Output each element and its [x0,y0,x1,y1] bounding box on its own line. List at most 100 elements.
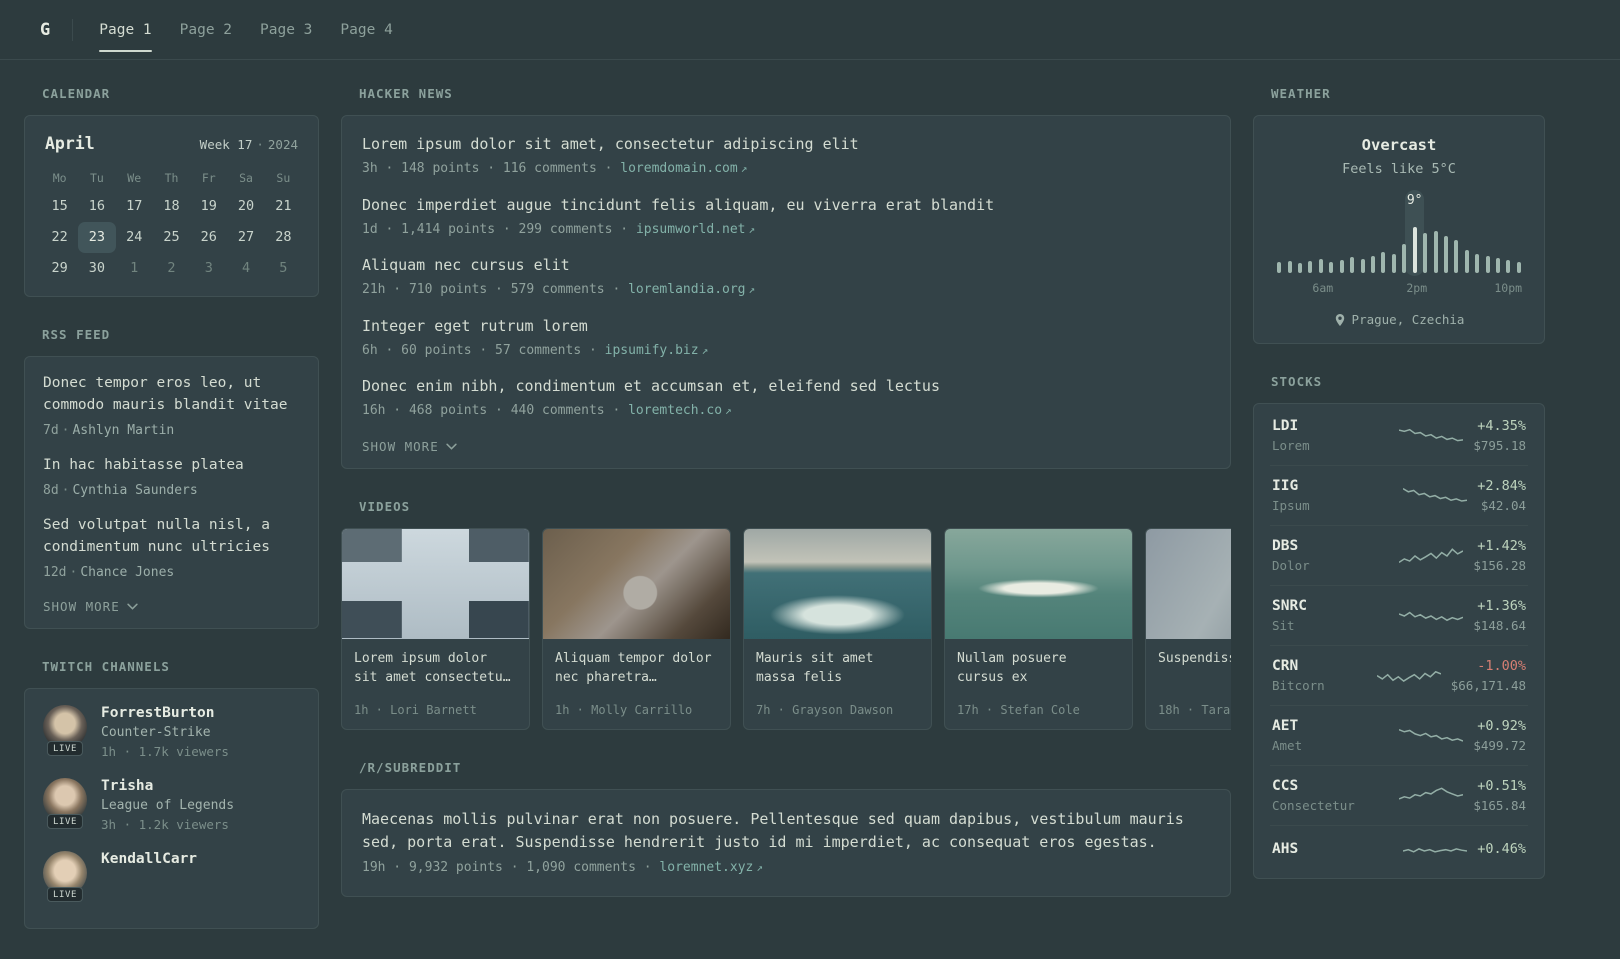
video-body: Mauris sit amet massa felis 7h · Grayson… [744,639,931,729]
hn-item-stats: 6h · 60 points · 57 comments · [362,342,597,358]
video-title[interactable]: Suspendisse diam [1158,649,1231,669]
stock-row[interactable]: AET Amet +0.92% $499.72 [1270,705,1528,765]
hn-item-domain-link[interactable]: loremtech.co ↗ [628,403,732,418]
stock-name: Bitcorn [1272,678,1325,693]
video-title[interactable]: Mauris sit amet massa felis [756,649,919,688]
external-link-icon: ↗ [756,861,763,874]
weather-bar [1337,193,1347,273]
post-stats: 19h · 9,932 points · 1,090 comments · [362,860,652,875]
stock-change: +1.42% [1477,538,1526,554]
weather-bar [1284,193,1294,273]
stock-row[interactable]: CRN Bitcorn -1.00% $66,171.48 [1270,645,1528,705]
channel-avatar[interactable]: LIVE [43,851,87,903]
stock-row[interactable]: DBS Dolor +1.42% $156.28 [1270,525,1528,585]
section-title-calendar: CALENDAR [42,86,111,101]
tab-page-3[interactable]: Page 3 [260,0,312,59]
stock-id: IIG Ipsum [1272,478,1393,513]
calendar-day: 16 [88,198,106,214]
stock-name: Lorem [1272,438,1310,453]
tab-page-2[interactable]: Page 2 [180,0,232,59]
stock-row[interactable]: CCS Consectetur +0.51% $165.84 [1270,765,1528,825]
post-domain-link[interactable]: loremnet.xyz ↗ [659,860,763,875]
hn-item-title[interactable]: Lorem ipsum dolor sit amet, consectetur … [362,134,1210,155]
post-title[interactable]: Maecenas mollis pulvinar erat non posuer… [362,808,1210,855]
rss-item-title[interactable]: Sed volutpat nulla nisl, a condimentum n… [43,515,300,559]
domain-label: loremtech.co [628,403,723,418]
hn-item-title[interactable]: Aliquam nec cursus elit [362,255,1210,276]
channel-viewers: 1h · 1.7k viewers [101,744,229,760]
stock-price: $42.04 [1480,498,1526,513]
hn-item-title[interactable]: Donec enim nibh, condimentum et accumsan… [362,376,1210,397]
video-card: Mauris sit amet massa felis 7h · Grayson… [743,527,932,730]
chevron-down-icon [127,603,138,611]
stock-values: +0.51% $165.84 [1473,778,1526,813]
stock-name: Ipsum [1272,498,1310,513]
video-title[interactable]: Lorem ipsum dolor sit amet consectetu… [354,649,517,688]
video-thumbnail[interactable] [543,528,730,639]
video-title[interactable]: Nullam posuere cursus ex [957,649,1120,688]
weekday-label: Su [276,171,291,185]
video-body: Suspendisse diam 18h · Tara [1146,639,1231,729]
video-thumbnail[interactable] [945,528,1132,639]
video-meta: 18h · Tara [1158,702,1231,717]
stock-row[interactable]: SNRC Sit +1.36% $148.64 [1270,585,1528,645]
calendar-month: April [45,134,95,153]
channel-avatar[interactable]: LIVE [43,705,87,757]
channel-avatar[interactable]: LIVE [43,778,87,830]
calendar-year: 2024 [267,137,298,152]
calendar-day: 28 [275,229,292,245]
stock-symbol: AET [1272,718,1299,734]
channel-name[interactable]: Trisha [101,778,234,794]
stock-row[interactable]: AHS +0.46% [1270,825,1528,876]
show-more-button[interactable]: SHOW MORE [362,437,457,454]
stock-id: AHS [1272,841,1393,861]
stock-id: DBS Dolor [1272,538,1389,573]
video-title[interactable]: Aliquam tempor dolor nec pharetra… [555,649,718,688]
channel-name[interactable]: ForrestBurton [101,705,229,721]
left-column: CALENDAR April Week 17 · 2024 Mo Tu We Th … [24,86,319,959]
stocks-card: LDI Lorem +4.35% $795.18 IIG Ipsum +2.84… [1253,403,1545,879]
separator-dot: · [61,422,70,438]
stock-id: CCS Consectetur [1272,778,1389,813]
video-thumbnail[interactable] [342,528,529,639]
weather-bar [1347,193,1357,273]
rss-item-title[interactable]: Donec tempor eros leo, ut commodo mauris… [43,373,300,417]
show-more-button[interactable]: SHOW MORE [43,597,138,614]
channel-info: KendallCarr [101,851,197,871]
hn-item-meta: 21h · 710 points · 579 comments · loreml… [362,280,1210,300]
separator-dot: · [69,564,78,580]
hn-item-title[interactable]: Donec imperdiet augue tincidunt felis al… [362,195,1210,216]
hn-item-stats: 1d · 1,414 points · 299 comments · [362,221,629,237]
video-card: Suspendisse diam 18h · Tara [1145,527,1231,730]
hn-item-domain-link[interactable]: loremlandia.org ↗ [628,282,755,297]
stock-name: Consectetur [1272,798,1355,813]
video-thumbnail[interactable] [744,528,931,639]
video-thumbnail[interactable] [1146,528,1231,639]
tab-page-4[interactable]: Page 4 [340,0,392,59]
weather-bar [1316,193,1326,273]
tab-page-1[interactable]: Page 1 [99,0,153,59]
twitch-card: LIVE ForrestBurton Counter-Strike 1h · 1… [24,688,319,930]
channel-name[interactable]: KendallCarr [101,851,197,867]
stock-row[interactable]: LDI Lorem +4.35% $795.18 [1270,406,1528,465]
hn-item-title[interactable]: Integer eget rutrum lorem [362,316,1210,337]
rss-item-author: Ashlyn Martin [72,422,175,438]
calendar-weekday-row: Mo Tu We Th Fr Sa Su [41,167,302,189]
hn-item-domain-link[interactable]: ipsumworld.net ↗ [636,222,755,237]
rss-item-time: 12d [43,564,67,580]
hn-item-domain-link[interactable]: ipsumify.biz ↗ [605,343,709,358]
rss-item-title[interactable]: In hac habitasse platea [43,455,300,477]
stock-symbol: SNRC [1272,598,1307,614]
hacker-news-card: Lorem ipsum dolor sit amet, consectetur … [341,115,1231,469]
app-logo[interactable]: G [40,20,50,40]
calendar-day: 29 [51,260,68,276]
chevron-down-icon [446,443,457,450]
time-label: 10pm [1494,281,1523,295]
stock-price: $156.28 [1473,558,1526,573]
stock-price: $165.84 [1473,798,1526,813]
page-tabs: Page 1 Page 2 Page 3 Page 4 [99,0,393,59]
stock-row[interactable]: IIG Ipsum +2.84% $42.04 [1270,465,1528,525]
rss-item-author: Chance Jones [80,564,175,580]
hn-item-domain-link[interactable]: loremdomain.com ↗ [620,161,747,176]
calendar-week: Week 17 [199,137,253,152]
